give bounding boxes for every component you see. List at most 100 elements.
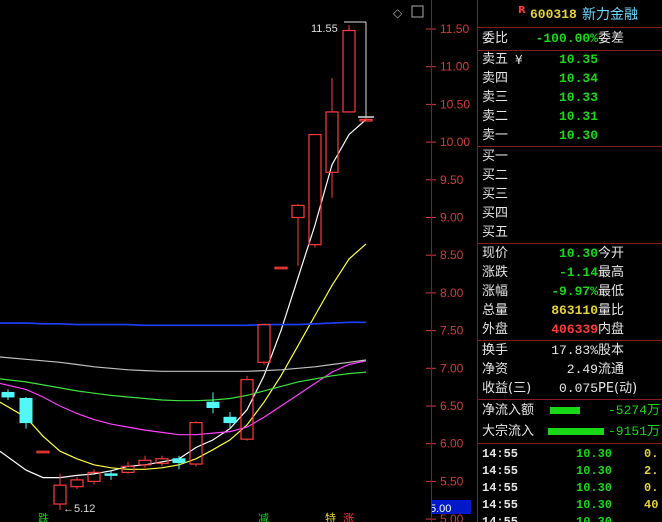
stock-code[interactable]: 600318 — [530, 5, 577, 25]
diamond-icon[interactable]: ◇ — [393, 6, 403, 20]
divider — [478, 27, 662, 28]
quote-label: 现价 — [482, 246, 509, 261]
candle-body — [274, 266, 288, 270]
stock-header: R 600318 新力金融 — [478, 5, 662, 25]
kline-chart[interactable]: 11.55 ← 5.12 ◇ 跌 减 特涨 — [0, 0, 431, 522]
candle-body — [104, 473, 118, 476]
candle[interactable] — [138, 455, 152, 468]
stock-name[interactable]: 新力金融 — [582, 5, 638, 25]
weibi-value: -100.00% — [535, 31, 598, 46]
trade-price: 10.30 — [576, 515, 613, 522]
divider — [478, 146, 662, 147]
low-price-label: 5.12 — [74, 503, 95, 515]
quote-row: 涨跌 -1.14 最高 — [478, 263, 662, 283]
flow-value: -5274万 — [607, 403, 660, 418]
svg-text:←: ← — [63, 503, 74, 515]
candle-body — [19, 397, 33, 424]
y-tick-label: 6.00 — [440, 437, 464, 451]
quote-row: 总量 863110 量比 — [478, 301, 662, 321]
candle[interactable] — [172, 455, 186, 470]
candle[interactable] — [223, 412, 237, 429]
y-tick-label: 9.50 — [440, 173, 464, 187]
divider — [478, 50, 662, 51]
axis-box-label: 5.00 — [431, 503, 451, 515]
candle[interactable] — [206, 392, 220, 414]
y-tick-label: 7.00 — [440, 361, 464, 375]
stats-value: 0.075 — [558, 381, 598, 396]
ask-row: 卖一 10.30 — [478, 126, 662, 146]
candle[interactable] — [274, 266, 288, 270]
quote-row: 涨幅 -9.97% 最低 — [478, 282, 662, 302]
candle[interactable] — [104, 470, 118, 480]
stats-label2: 流通 — [598, 362, 625, 377]
candle-body — [223, 416, 237, 424]
candle[interactable] — [257, 323, 271, 365]
ask-row: 卖四 10.34 — [478, 69, 662, 89]
bid-row: 买一 — [478, 147, 662, 167]
weibi-label: 委比 — [482, 31, 509, 46]
high-price-label: 11.55 — [311, 23, 338, 35]
candle-body — [291, 204, 305, 219]
quote-value: 10.30 — [558, 246, 598, 261]
candlesticks[interactable] — [1, 25, 373, 511]
flow-bar — [548, 428, 604, 435]
candle[interactable] — [291, 203, 305, 266]
candle-body — [325, 111, 339, 173]
flow-value: -9151万 — [607, 424, 660, 439]
candle[interactable] — [1, 389, 15, 400]
ask-price: 10.30 — [558, 128, 598, 143]
candle-body — [257, 323, 271, 363]
bid-label: 买三 — [482, 187, 509, 202]
ask-label: 卖五 — [482, 52, 509, 67]
candle[interactable] — [36, 450, 50, 454]
stats-label2: PE(动) — [598, 381, 638, 396]
candle[interactable] — [70, 476, 84, 489]
candle[interactable] — [308, 133, 322, 248]
quote-value: 406339 — [551, 322, 598, 337]
bid-label: 买一 — [482, 149, 509, 164]
bid-row: 买四 — [478, 204, 662, 224]
y-tick-label: 8.50 — [440, 248, 464, 262]
flow-label: 净流入额 — [482, 403, 535, 418]
stats-row: 收益(三) 0.075 PE(动) — [478, 379, 662, 399]
ask-row: 卖五 ¥10.35 — [478, 50, 662, 70]
ma-line-ma60 — [0, 356, 367, 372]
weicha-label: 委差 — [598, 31, 625, 46]
bid-label: 买五 — [482, 225, 509, 240]
ask-price: 10.35 — [558, 52, 598, 67]
candle[interactable] — [240, 375, 254, 441]
divider — [478, 340, 662, 341]
y-tick-label: 6.50 — [440, 399, 464, 413]
moving-average-lines — [0, 119, 367, 479]
stats-value: 2.49 — [566, 362, 598, 377]
candle[interactable] — [189, 421, 203, 467]
candle-body — [70, 479, 84, 488]
y-tick-label: 11.50 — [440, 22, 469, 36]
flow-row: 大宗流入 -9151万 — [478, 422, 662, 442]
trade-row[interactable]: 14:55 10.30 — [478, 512, 662, 522]
yen-icon: ¥ — [515, 53, 523, 67]
candle[interactable] — [342, 25, 356, 113]
candle-body — [308, 133, 322, 246]
stats-label: 换手 — [482, 343, 509, 358]
candle-body — [1, 391, 15, 398]
window-toggle-icon[interactable] — [411, 5, 424, 18]
stats-row: 净资 2.49 流通 — [478, 360, 662, 380]
candle-body — [36, 450, 50, 454]
low-marker: ← 5.12 — [63, 503, 95, 515]
ask-price: 10.34 — [558, 71, 598, 86]
y-tick-label: 7.50 — [440, 324, 464, 338]
toolbar-icons[interactable]: ◇ — [393, 5, 424, 20]
stats-label: 净资 — [482, 362, 509, 377]
candle[interactable] — [19, 396, 33, 429]
divider — [478, 443, 662, 444]
ask-price: 10.31 — [558, 109, 598, 124]
divider — [478, 243, 662, 244]
quote-label2: 今开 — [598, 246, 625, 261]
bid-label: 买四 — [482, 206, 509, 221]
quote-label2: 最高 — [598, 265, 625, 280]
flow-label: 大宗流入 — [482, 424, 535, 439]
candle[interactable] — [87, 469, 101, 485]
flow-row: 净流入额 -5274万 — [478, 401, 662, 421]
trade-time: 14:55 — [482, 515, 519, 522]
